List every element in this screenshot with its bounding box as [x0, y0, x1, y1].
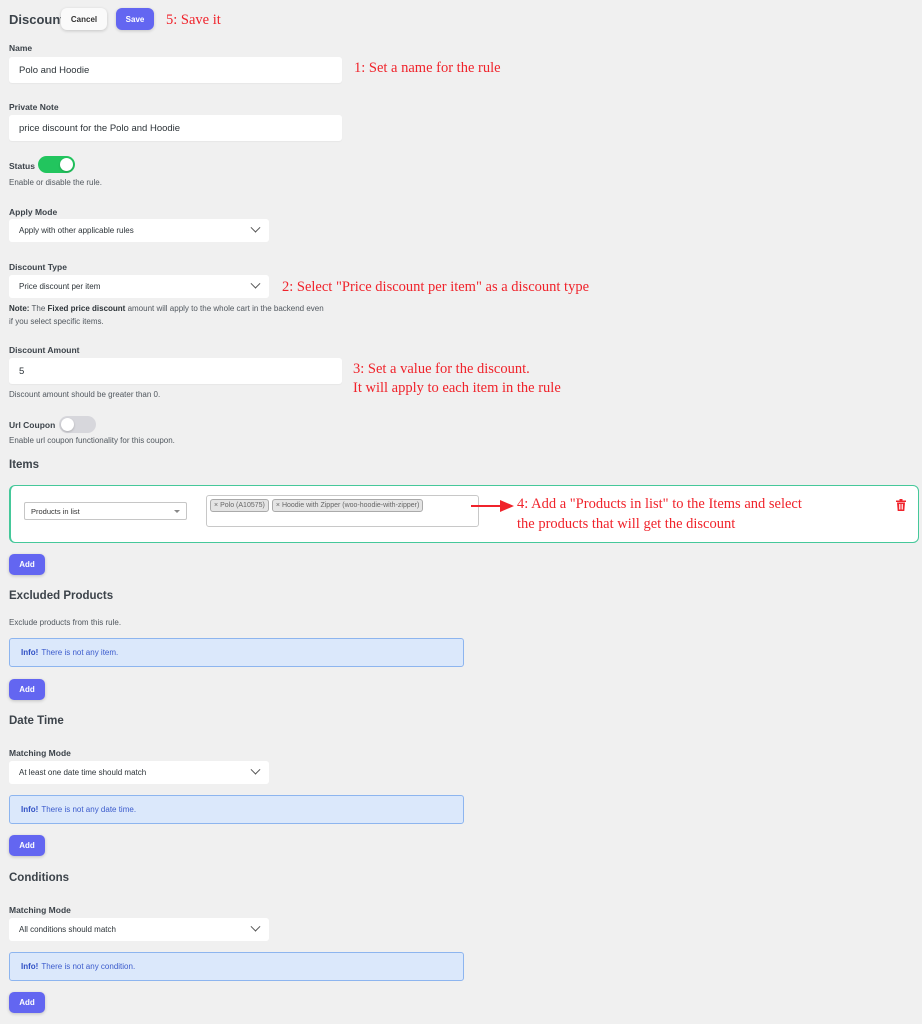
note-text: amount will apply to the whole cart in t…	[125, 304, 324, 313]
conditions-info: Info! There is not any condition.	[9, 952, 464, 981]
url-coupon-toggle[interactable]	[59, 416, 96, 433]
annotation-step3-line2: It will apply to each item in the rule	[353, 380, 561, 396]
name-label: Name	[9, 43, 33, 53]
annotation-step3-line1: 3: Set a value for the discount.	[353, 361, 530, 377]
status-help: Enable or disable the rule.	[9, 178, 102, 187]
chevron-down-icon	[250, 764, 261, 775]
name-input[interactable]	[9, 57, 342, 83]
product-tag: × Hoodie with Zipper (woo-hoodie-with-zip…	[271, 499, 424, 512]
note-prefix: Note:	[9, 304, 30, 313]
apply-mode-label: Apply Mode	[9, 207, 58, 217]
private-note-label: Private Note	[9, 102, 59, 112]
add-condition-button[interactable]: Add	[9, 992, 45, 1013]
remove-tag-icon[interactable]: ×	[214, 502, 218, 509]
caret-down-icon	[174, 509, 180, 513]
annotation-step4-line2: the products that will get the discount	[517, 516, 736, 532]
cancel-button[interactable]: Cancel	[61, 8, 107, 30]
product-tag: × Polo (A10575)	[210, 499, 269, 512]
discount-amount-label: Discount Amount	[9, 345, 80, 355]
info-text: There is not any item.	[41, 648, 119, 657]
products-multiselect[interactable]: × Polo (A10575) × Hoodie with Zipper (woo-…	[206, 495, 479, 527]
note-text: The	[29, 304, 48, 313]
conditions-title: Conditions	[9, 872, 70, 884]
items-section-title: Items	[9, 459, 40, 471]
annotation-step1: 1: Set a name for the rule	[354, 60, 501, 76]
product-tag-label: Hoodie with Zipper (woo-hoodie-with-zipp…	[281, 502, 420, 509]
note-bold: Fixed price discount	[47, 304, 126, 313]
remove-tag-icon[interactable]: ×	[276, 502, 280, 509]
date-time-matching-select[interactable]: At least one date time should match	[9, 761, 269, 784]
status-toggle[interactable]	[38, 156, 75, 173]
toggle-knob	[61, 418, 74, 431]
toggle-knob	[60, 158, 73, 171]
annotation-arrow-icon	[471, 500, 514, 512]
chevron-down-icon	[250, 222, 261, 233]
date-time-info: Info! There is not any date time.	[9, 795, 464, 824]
add-item-button[interactable]: Add	[9, 554, 45, 575]
annotation-step5: 5: Save it	[166, 12, 221, 28]
date-time-title: Date Time	[9, 715, 64, 727]
save-button[interactable]: Save	[116, 8, 154, 30]
info-label: Info!	[21, 805, 39, 814]
item-type-value: Products in list	[31, 506, 80, 516]
excluded-products-info: Info! There is not any item.	[9, 638, 464, 667]
chevron-down-icon	[250, 921, 261, 932]
conditions-matching-select[interactable]: All conditions should match	[9, 918, 269, 941]
excluded-products-help: Exclude products from this rule.	[9, 618, 122, 627]
info-label: Info!	[21, 962, 39, 971]
annotation-step4-line1: 4: Add a "Products in list" to the Items…	[517, 496, 802, 512]
info-label: Info!	[21, 648, 39, 657]
conditions-matching-label: Matching Mode	[9, 905, 71, 915]
date-time-matching-value: At least one date time should match	[19, 768, 147, 777]
private-note-input[interactable]	[9, 115, 342, 141]
info-text: There is not any date time.	[41, 805, 137, 814]
excluded-products-title: Excluded Products	[9, 590, 114, 602]
annotation-step2: 2: Select "Price discount per item" as a…	[282, 279, 589, 295]
conditions-matching-value: All conditions should match	[19, 925, 116, 934]
note-text: if you select specific items.	[9, 317, 104, 326]
chevron-down-icon	[250, 278, 261, 289]
add-date-time-button[interactable]: Add	[9, 835, 45, 856]
apply-mode-select[interactable]: Apply with other applicable rules	[9, 219, 269, 242]
page-title: Discount	[9, 12, 65, 27]
item-type-select[interactable]: Products in list	[24, 502, 187, 520]
date-time-matching-label: Matching Mode	[9, 748, 71, 758]
discount-amount-help: Discount amount should be greater than 0…	[9, 390, 161, 399]
status-label: Status	[9, 161, 35, 171]
discount-type-label: Discount Type	[9, 262, 67, 272]
discount-type-value: Price discount per item	[19, 282, 101, 291]
url-coupon-label: Url Coupon	[9, 420, 56, 430]
product-tag-label: Polo (A10575)	[220, 502, 265, 509]
info-text: There is not any condition.	[41, 962, 136, 971]
add-excluded-product-button[interactable]: Add	[9, 679, 45, 700]
discount-amount-input[interactable]	[9, 358, 342, 384]
trash-icon[interactable]	[896, 499, 906, 511]
discount-type-select[interactable]: Price discount per item	[9, 275, 269, 298]
url-coupon-help: Enable url coupon functionality for this…	[9, 436, 175, 445]
apply-mode-value: Apply with other applicable rules	[19, 226, 134, 235]
discount-type-note: Note: The Fixed price discount amount wi…	[9, 302, 349, 328]
